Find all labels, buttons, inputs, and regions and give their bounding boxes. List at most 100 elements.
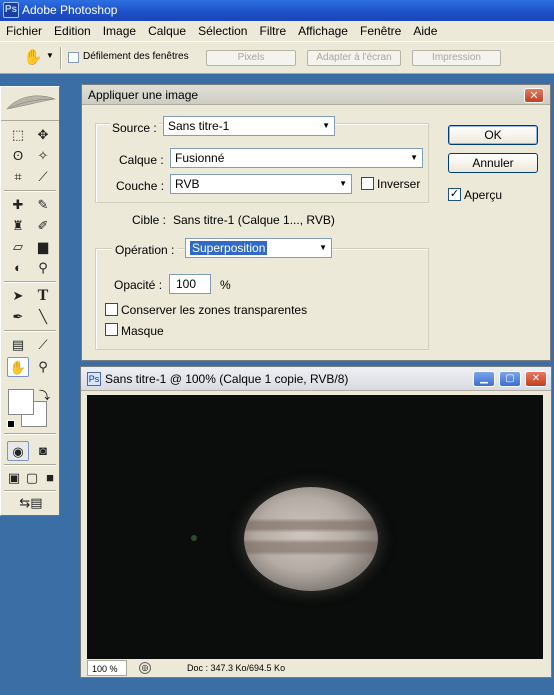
menu-fenetre[interactable]: Fenêtre (354, 21, 407, 41)
eyedropper-tool-icon[interactable]: ⟋ (32, 335, 54, 355)
moon-dot (191, 535, 197, 541)
history-brush-tool-icon[interactable]: ✐ (32, 216, 54, 236)
menu-selection[interactable]: Sélection (192, 21, 253, 41)
chevron-down-icon: ▼ (319, 243, 327, 252)
slice-tool-icon[interactable]: ⟋ (32, 167, 54, 187)
fit-screen-button[interactable]: Adapter à l'écran (307, 50, 401, 66)
dialog-title-bar: Appliquer une image (82, 85, 550, 105)
opacity-input[interactable]: 100 (169, 274, 211, 294)
toolbox-divider (4, 464, 56, 466)
planet-image (244, 487, 378, 591)
chevron-down-icon: ▼ (322, 121, 330, 130)
toolbox-divider (4, 490, 56, 492)
image-canvas[interactable] (87, 395, 543, 659)
options-bar: ✋ ▼ Défilement des fenêtres Pixels Adapt… (0, 41, 554, 74)
quick-mask-mode-icon[interactable]: ◙ (32, 441, 54, 461)
preserve-transparency-checkbox[interactable] (105, 303, 118, 316)
dodge-tool-icon[interactable]: ⚲ (32, 258, 54, 278)
notes-tool-icon[interactable]: ▤ (7, 335, 29, 355)
hand-tool-icon[interactable]: ✋ (7, 357, 29, 377)
actual-pixels-button[interactable]: Pixels (206, 50, 296, 66)
crop-tool-icon[interactable]: ⌗ (7, 167, 29, 187)
zoom-tool-icon[interactable]: ⚲ (32, 357, 54, 377)
toolbox-divider (4, 281, 56, 283)
status-info-icon[interactable]: ◎ (139, 662, 151, 674)
full-screen-menu-mode-icon[interactable]: ▢ (23, 468, 41, 488)
invert-checkbox[interactable] (361, 177, 374, 190)
healing-brush-tool-icon[interactable]: ✚ (7, 195, 29, 215)
menu-edition[interactable]: Edition (48, 21, 97, 41)
path-selection-tool-icon[interactable]: ➤ (7, 286, 29, 306)
chevron-down-icon[interactable]: ▼ (46, 51, 54, 60)
menu-calque[interactable]: Calque (142, 21, 192, 41)
mask-checkbox[interactable] (105, 323, 118, 336)
document-icon: Ps (87, 372, 101, 386)
magic-wand-tool-icon[interactable]: ✧ (32, 146, 54, 166)
menu-filtre[interactable]: Filtre (253, 21, 292, 41)
document-size-info[interactable]: Doc : 347.3 Ko/694.5 Ko (187, 660, 285, 676)
toolbox-divider (4, 330, 56, 332)
scroll-all-windows-label: Défilement des fenêtres (83, 51, 189, 62)
eraser-tool-icon[interactable]: ▱ (7, 237, 29, 257)
chevron-down-icon: ▼ (410, 153, 418, 162)
document-title: Sans titre-1 @ 100% (Calque 1 copie, RVB… (105, 372, 349, 386)
standard-screen-mode-icon[interactable]: ▣ (5, 468, 23, 488)
opacity-label: Opacité : (114, 278, 163, 292)
menu-aide[interactable]: Aide (407, 21, 443, 41)
channel-select[interactable]: RVB ▼ (170, 174, 352, 194)
app-title: Adobe Photoshop (22, 3, 118, 17)
standard-mode-icon[interactable]: ◉ (7, 441, 29, 461)
channel-label: Couche : (116, 179, 165, 193)
channel-value: RVB (175, 177, 200, 191)
move-tool-icon[interactable]: ✥ (32, 125, 54, 145)
hand-tool-preset-icon[interactable]: ✋ (22, 49, 44, 67)
feather-logo-icon (6, 95, 57, 110)
source-value: Sans titre-1 (168, 119, 230, 133)
divider (60, 47, 62, 69)
ok-button[interactable]: OK (448, 125, 538, 145)
operation-select[interactable]: Superposition ▼ (185, 238, 332, 258)
close-icon[interactable]: ✕ (525, 371, 547, 387)
layer-label: Calque : (119, 153, 164, 167)
lasso-tool-icon[interactable]: ʘ (7, 146, 29, 166)
dialog-title: Appliquer une image (88, 88, 199, 102)
menu-image[interactable]: Image (97, 21, 142, 41)
preview-label: Aperçu (464, 188, 503, 202)
menu-bar: Fichier Edition Image Calque Sélection F… (0, 21, 554, 41)
mask-label: Masque (121, 324, 164, 338)
brush-tool-icon[interactable]: ✎ (32, 195, 54, 215)
preview-checkbox[interactable]: ✓ (448, 188, 461, 201)
source-label: Source : (110, 121, 159, 135)
pen-tool-icon[interactable]: ✒ (7, 307, 29, 327)
jump-to-imageready-icon[interactable]: ⇆▤ (7, 493, 55, 513)
operation-value: Superposition (190, 241, 268, 255)
maximize-icon[interactable]: ▢ (499, 371, 521, 387)
marquee-tool-icon[interactable]: ⬚ (7, 125, 29, 145)
foreground-color-swatch[interactable] (8, 389, 34, 415)
gradient-tool-icon[interactable]: ▆ (32, 237, 54, 257)
close-icon[interactable]: ✕ (524, 88, 544, 103)
minimize-icon[interactable]: ▁ (473, 371, 495, 387)
document-title-bar: Ps Sans titre-1 @ 100% (Calque 1 copie, … (81, 367, 551, 391)
menu-fichier[interactable]: Fichier (0, 21, 48, 41)
print-size-button[interactable]: Impression (412, 50, 501, 66)
scroll-all-windows-checkbox[interactable] (68, 52, 79, 63)
blur-tool-icon[interactable]: ◐ (7, 258, 29, 278)
toolbox: ⬚ ✥ ʘ ✧ ⌗ ⟋ ✚ ✎ ♜ ✐ ▱ ▆ ◐ ⚲ ➤ T ✒ ╲ ▤ ⟋ … (0, 86, 60, 516)
clone-stamp-tool-icon[interactable]: ♜ (7, 216, 29, 236)
menu-affichage[interactable]: Affichage (292, 21, 354, 41)
line-tool-icon[interactable]: ╲ (32, 307, 54, 327)
toolbox-divider (4, 433, 56, 435)
cancel-button[interactable]: Annuler (448, 153, 538, 173)
target-value: Sans titre-1 (Calque 1..., RVB) (173, 213, 335, 227)
toolbox-divider (4, 190, 56, 192)
source-select[interactable]: Sans titre-1 ▼ (163, 116, 335, 136)
layer-select[interactable]: Fusionné ▼ (170, 148, 423, 168)
type-tool-icon[interactable]: T (32, 286, 54, 306)
operation-label: Opération : (112, 243, 178, 257)
preserve-transparency-label: Conserver les zones transparentes (121, 303, 308, 317)
default-colors-icon[interactable] (7, 420, 15, 428)
photoshop-logo-icon: Ps (3, 2, 19, 18)
full-screen-mode-icon[interactable]: ■ (41, 468, 59, 488)
zoom-level-field[interactable]: 100 % (87, 660, 127, 676)
